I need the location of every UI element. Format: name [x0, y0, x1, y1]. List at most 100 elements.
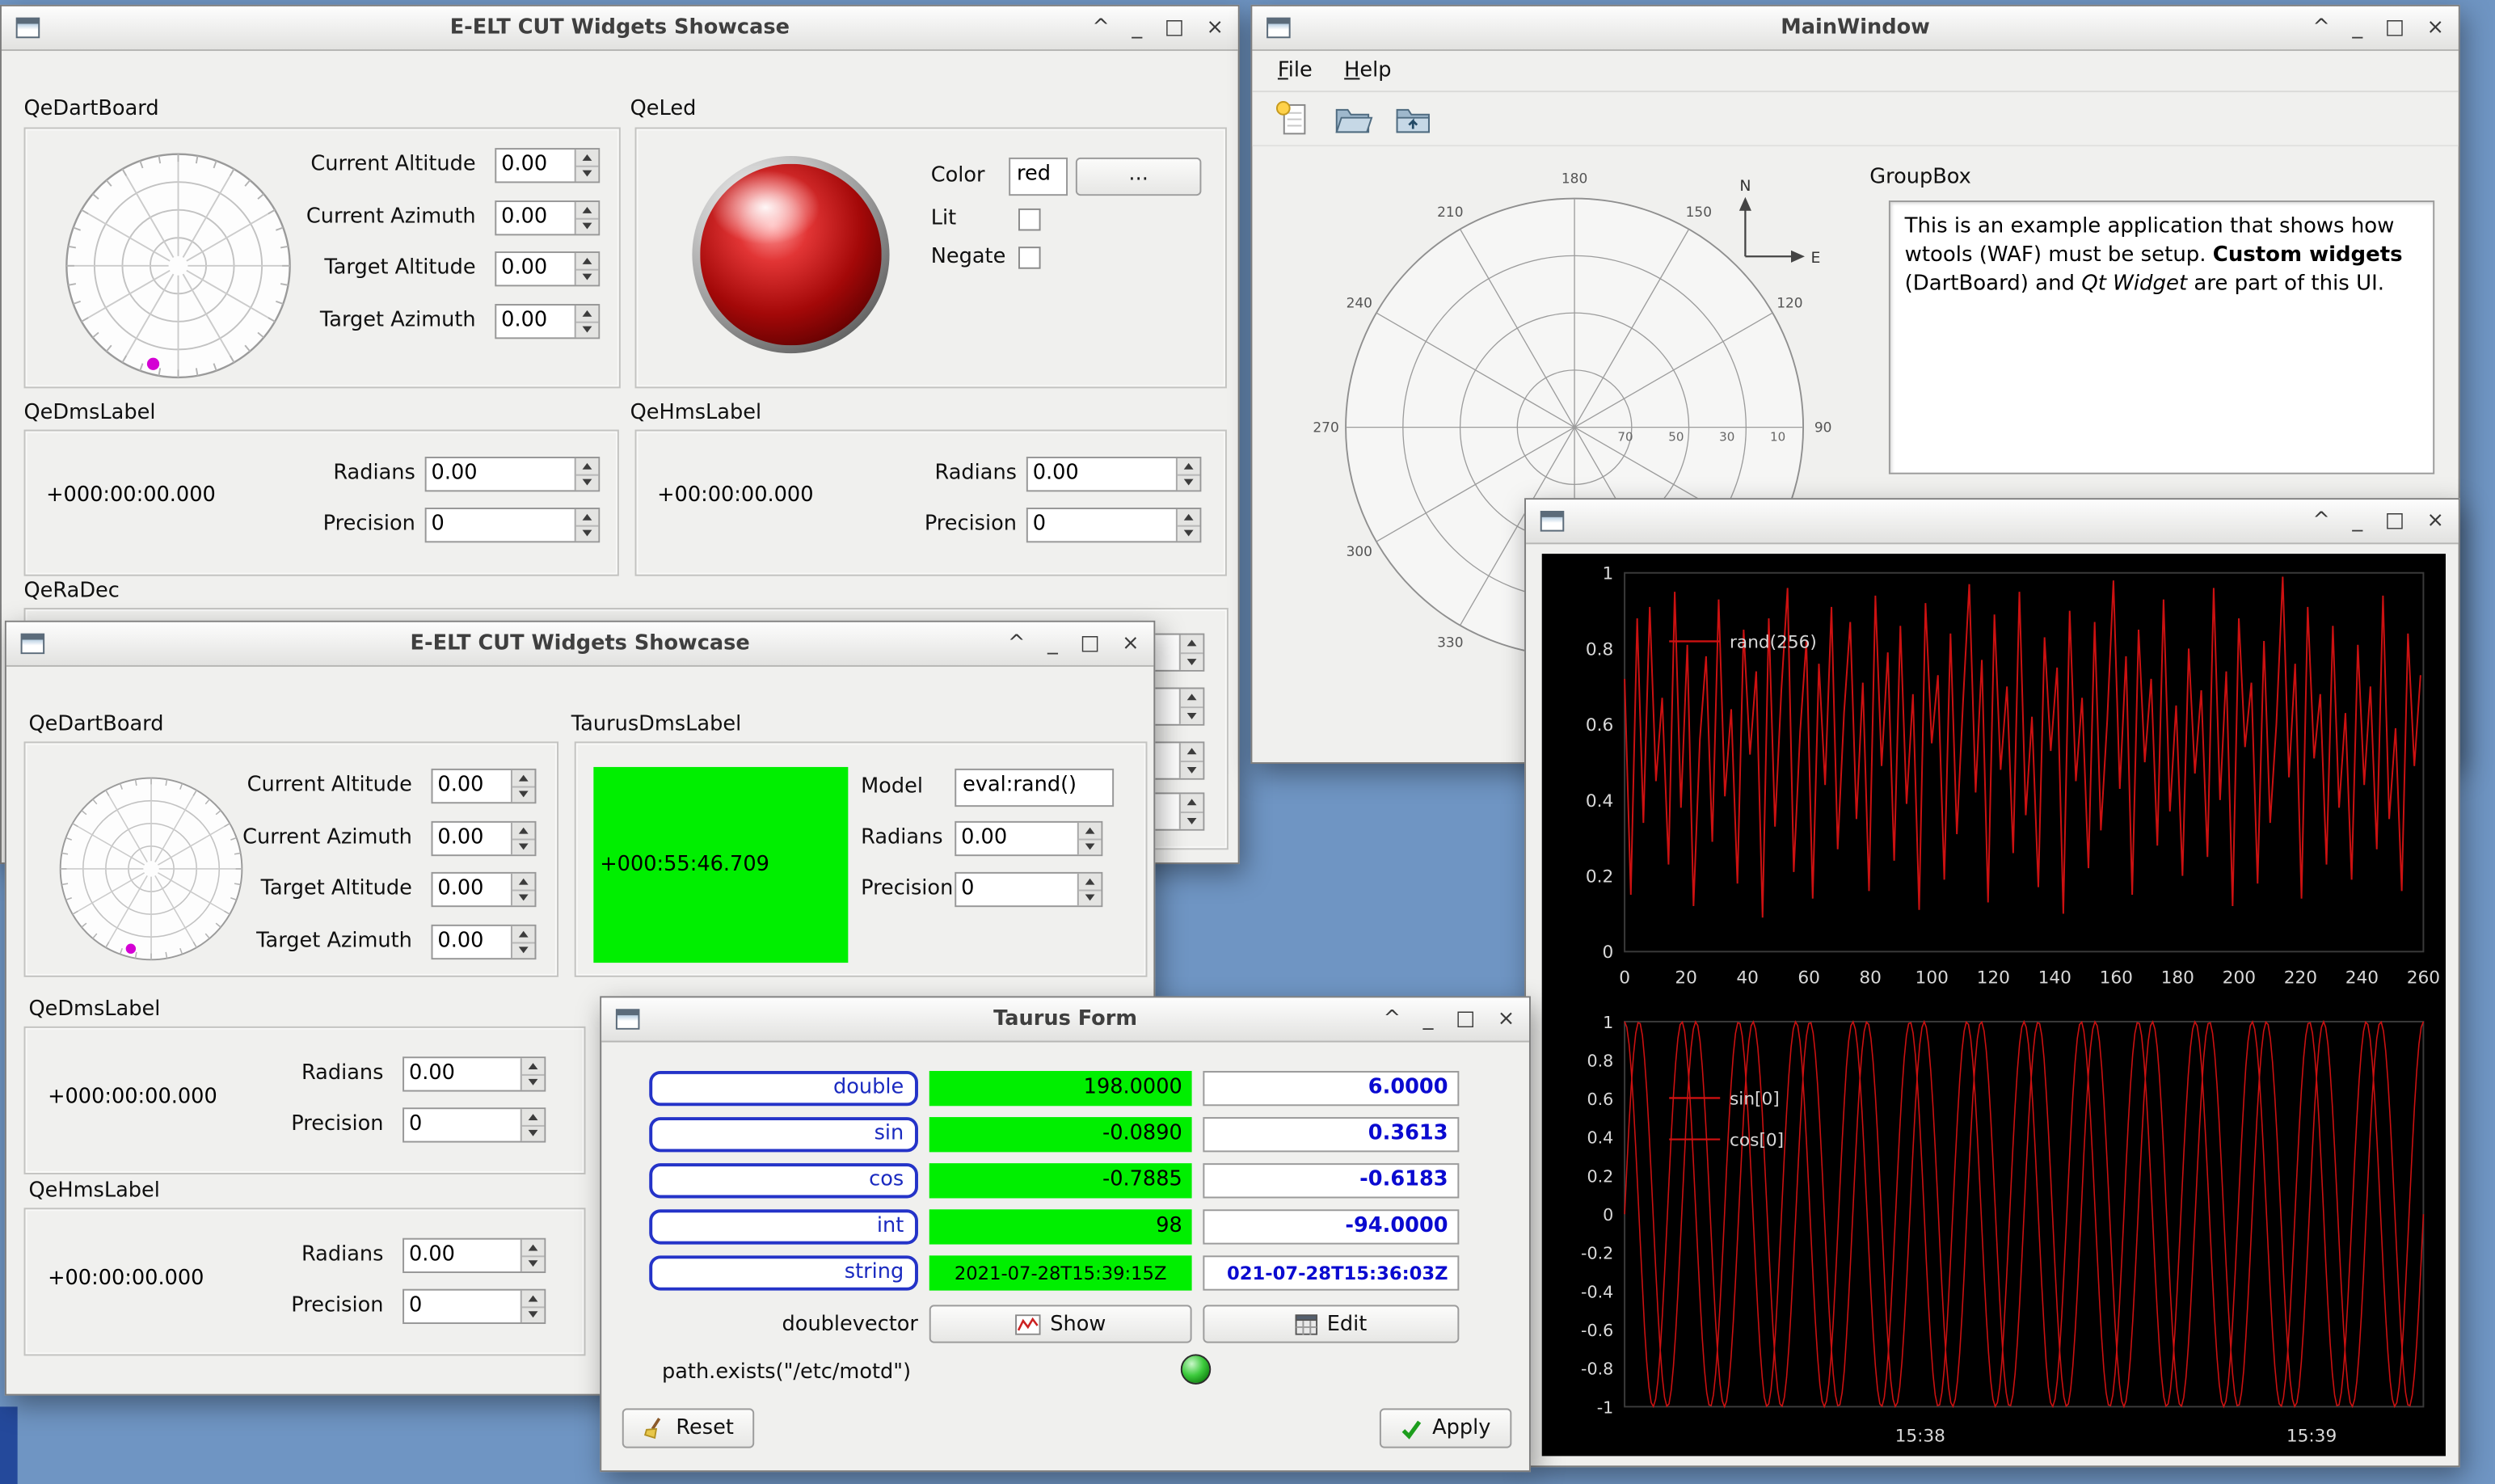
spinner-arrows[interactable]	[1179, 635, 1203, 670]
current-altitude-spinbox[interactable]: 0.00	[432, 769, 537, 803]
edit-button[interactable]: Edit	[1203, 1305, 1459, 1343]
color-browse-button[interactable]: ...	[1076, 158, 1202, 196]
close-button[interactable]: ×	[1206, 18, 1223, 39]
svg-text:15:38: 15:38	[1895, 1427, 1945, 1447]
maximize-button[interactable]: □	[2385, 511, 2404, 532]
spinner-arrows[interactable]	[1077, 874, 1102, 905]
minimize-button[interactable]: _	[2352, 511, 2362, 532]
shade-button[interactable]: ^	[2312, 18, 2329, 39]
spinner-arrows[interactable]	[511, 926, 535, 958]
shade-button[interactable]: ^	[1384, 1009, 1401, 1030]
spinner-arrows[interactable]	[511, 770, 535, 802]
spinner-arrows[interactable]	[575, 150, 599, 181]
spinner-arrows[interactable]	[1179, 689, 1203, 723]
maximize-button[interactable]: □	[1456, 1009, 1475, 1030]
shade-button[interactable]: ^	[2312, 511, 2329, 532]
minimize-button[interactable]: _	[1047, 634, 1058, 655]
model-label: Model	[861, 775, 923, 799]
dms-precision-spinbox[interactable]: 0	[402, 1107, 546, 1142]
spinner-arrows[interactable]	[520, 1291, 545, 1322]
spinner-arrows[interactable]	[1077, 823, 1102, 854]
taurus-radians-spinbox[interactable]: 0.00	[955, 821, 1102, 856]
show-button[interactable]: Show	[929, 1305, 1192, 1343]
close-button[interactable]: ×	[2427, 511, 2444, 532]
row-write-string[interactable]: 021-07-28T15:36:03Z	[1203, 1255, 1459, 1290]
shade-button[interactable]: ^	[1008, 634, 1025, 655]
row-label-double[interactable]: double	[649, 1071, 918, 1106]
shade-button[interactable]: ^	[1092, 18, 1109, 39]
menu-help[interactable]: Help	[1328, 53, 1407, 89]
dms-precision-spinbox[interactable]: 0	[425, 508, 601, 542]
taurus-precision-spinbox[interactable]: 0	[955, 872, 1102, 907]
dms-radians-spinbox[interactable]: 0.00	[402, 1056, 546, 1091]
model-field[interactable]: eval:rand()	[955, 769, 1114, 807]
current-azimuth-spinbox[interactable]: 0.00	[432, 821, 537, 856]
minimize-button[interactable]: _	[1423, 1009, 1434, 1030]
hms-precision-spinbox[interactable]: 0	[402, 1289, 546, 1324]
spinner-arrows[interactable]	[1176, 458, 1200, 490]
spinner-arrows[interactable]	[520, 1240, 545, 1271]
close-button[interactable]: ×	[1122, 634, 1139, 655]
maximize-button[interactable]: □	[2385, 18, 2404, 39]
negate-checkbox[interactable]	[1018, 247, 1041, 269]
lit-checkbox[interactable]	[1018, 209, 1041, 231]
reset-button[interactable]: Reset	[622, 1408, 754, 1448]
spinner-arrows[interactable]	[511, 874, 535, 905]
titlebar[interactable]: E-ELT CUT Widgets Showcase ^ _ □ ×	[6, 622, 1153, 667]
titlebar[interactable]: E-ELT CUT Widgets Showcase ^ _ □ ×	[2, 6, 1238, 51]
titlebar[interactable]: MainWindow ^ _ □ ×	[1252, 6, 2458, 51]
menu-file[interactable]: File	[1262, 53, 1328, 89]
sincos-line-chart: -1-0.8-0.6-0.4-0.200.20.40.60.8115:3815:…	[1542, 1005, 2446, 1462]
maximize-button[interactable]: □	[1080, 634, 1099, 655]
folder-button[interactable]	[1389, 96, 1437, 141]
minimize-button[interactable]: _	[1132, 18, 1142, 39]
groupbox-label: GroupBox	[1869, 166, 1971, 190]
spinner-arrows[interactable]	[575, 306, 599, 337]
svg-text:10: 10	[1770, 430, 1785, 445]
spinner-arrows[interactable]	[520, 1058, 545, 1090]
svg-text:1: 1	[1603, 564, 1614, 584]
row-write-cos[interactable]: -0.6183	[1203, 1163, 1459, 1198]
dms-radians-spinbox[interactable]: 0.00	[425, 457, 601, 491]
svg-text:0: 0	[1619, 968, 1630, 989]
info-groupbox: This is an example application that show…	[1889, 200, 2434, 474]
titlebar[interactable]: Taurus Form ^ _ □ ×	[601, 997, 1529, 1042]
current-azimuth-spinbox[interactable]: 0.00	[495, 200, 600, 235]
color-value-field[interactable]: red	[1009, 158, 1068, 196]
apply-button[interactable]: Apply	[1380, 1408, 1511, 1448]
spinner-arrows[interactable]	[575, 509, 599, 541]
row-write-sin[interactable]: 0.3613	[1203, 1117, 1459, 1152]
close-button[interactable]: ×	[2427, 18, 2444, 39]
target-altitude-spinbox[interactable]: 0.00	[432, 872, 537, 907]
hms-radians-spinbox[interactable]: 0.00	[1026, 457, 1202, 491]
spinner-arrows[interactable]	[1179, 794, 1203, 828]
maximize-button[interactable]: □	[1165, 18, 1184, 39]
close-button[interactable]: ×	[1498, 1009, 1515, 1030]
precision-label: Precision	[181, 1294, 383, 1318]
spinner-arrows[interactable]	[511, 823, 535, 854]
minimize-button[interactable]: _	[2352, 18, 2362, 39]
row-write-double[interactable]: 6.0000	[1203, 1071, 1459, 1106]
open-folder-button[interactable]	[1329, 96, 1376, 141]
target-azimuth-spinbox[interactable]: 0.00	[432, 925, 537, 959]
target-altitude-spinbox[interactable]: 0.00	[495, 251, 600, 286]
spinner-arrows[interactable]	[1179, 743, 1203, 778]
row-label-sin[interactable]: sin	[649, 1117, 918, 1152]
svg-text:-1: -1	[1597, 1398, 1614, 1417]
hms-radians-spinbox[interactable]: 0.00	[402, 1238, 546, 1273]
row-label-string[interactable]: string	[649, 1255, 918, 1290]
spinner-arrows[interactable]	[575, 458, 599, 490]
row-write-int[interactable]: -94.0000	[1203, 1209, 1459, 1244]
titlebar[interactable]: ^ _ □ ×	[1526, 500, 2459, 544]
spinner-arrows[interactable]	[575, 253, 599, 285]
hms-precision-spinbox[interactable]: 0	[1026, 508, 1202, 542]
spinner-arrows[interactable]	[520, 1109, 545, 1140]
row-label-int[interactable]: int	[649, 1209, 918, 1244]
spinner-arrows[interactable]	[575, 202, 599, 234]
svg-text:0.6: 0.6	[1587, 1090, 1613, 1109]
target-azimuth-spinbox[interactable]: 0.00	[495, 304, 600, 339]
spinner-arrows[interactable]	[1176, 509, 1200, 541]
row-label-cos[interactable]: cos	[649, 1163, 918, 1198]
new-file-button[interactable]	[1268, 96, 1316, 141]
current-altitude-spinbox[interactable]: 0.00	[495, 148, 600, 183]
